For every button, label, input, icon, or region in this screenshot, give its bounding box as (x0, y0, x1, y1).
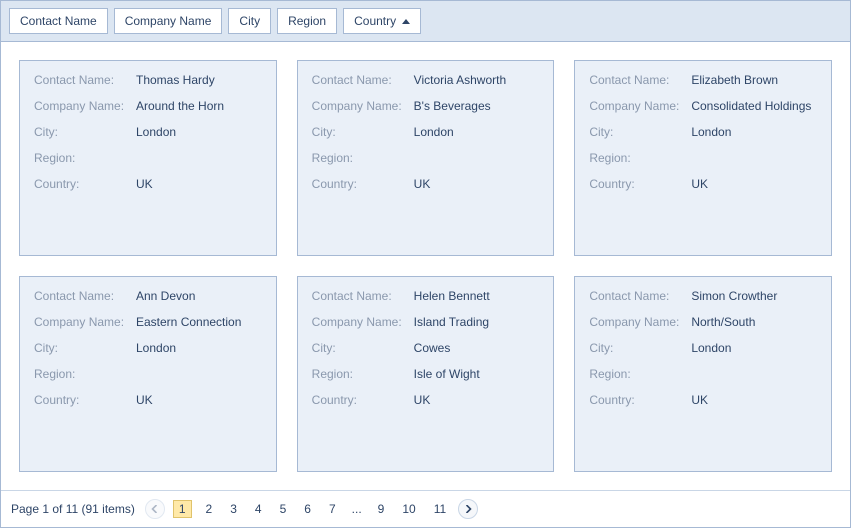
column-header-label: Country (354, 14, 396, 28)
field-label-region: Region: (312, 367, 410, 381)
pager-page-number[interactable]: 9 (374, 500, 389, 518)
column-header-country[interactable]: Country (343, 8, 421, 34)
field-label-company-name: Company Name: (312, 99, 410, 113)
field-label-country: Country: (312, 393, 410, 407)
field-value-contact-name: Simon Crowther (691, 289, 777, 305)
chevron-right-icon (464, 505, 472, 513)
field-value-city: London (691, 125, 731, 141)
pager-page-number[interactable]: 6 (300, 500, 315, 518)
field-value-contact-name: Thomas Hardy (136, 73, 215, 89)
column-header-label: Region (288, 14, 326, 28)
field-value-country: UK (691, 393, 708, 409)
column-header-contact-name[interactable]: Contact Name (9, 8, 108, 34)
contact-card[interactable]: Contact Name: Simon Crowther Company Name… (574, 276, 832, 472)
contact-card[interactable]: Contact Name: Victoria Ashworth Company N… (297, 60, 555, 256)
pager-page-number[interactable]: 7 (325, 500, 340, 518)
field-value-country: UK (136, 393, 153, 409)
field-value-region: Isle of Wight (414, 367, 480, 383)
field-value-company-name: B's Beverages (414, 99, 491, 115)
pager-page-number[interactable]: 11 (430, 500, 450, 518)
field-label-country: Country: (589, 177, 687, 191)
field-label-company-name: Company Name: (312, 315, 410, 329)
pager-bar: Page 1 of 11 (91 items) 1 2 3 4 5 6 7 ..… (1, 490, 850, 527)
pager-page-number[interactable]: 5 (276, 500, 291, 518)
card-grid-container: Contact Name Company Name City Region Co… (0, 0, 851, 528)
field-label-contact-name: Contact Name: (312, 73, 410, 87)
field-value-city: London (136, 341, 176, 357)
contact-card[interactable]: Contact Name: Helen Bennett Company Name:… (297, 276, 555, 472)
field-label-company-name: Company Name: (34, 315, 132, 329)
pager-page-number[interactable]: 3 (226, 500, 241, 518)
field-value-city: Cowes (414, 341, 451, 357)
field-label-country: Country: (34, 177, 132, 191)
field-label-region: Region: (34, 151, 132, 165)
field-value-city: London (414, 125, 454, 141)
field-value-contact-name: Ann Devon (136, 289, 195, 305)
field-label-contact-name: Contact Name: (589, 289, 687, 303)
field-value-country: UK (691, 177, 708, 193)
column-header-label: Company Name (125, 14, 212, 28)
pager-page-number[interactable]: 10 (398, 500, 419, 518)
column-header-city[interactable]: City (228, 8, 271, 34)
cards-area: Contact Name: Thomas Hardy Company Name: A… (1, 42, 850, 490)
field-label-city: City: (34, 341, 132, 355)
field-value-contact-name: Helen Bennett (414, 289, 490, 305)
field-label-contact-name: Contact Name: (589, 73, 687, 87)
field-value-city: London (136, 125, 176, 141)
pager-summary: Page 1 of 11 (91 items) (11, 502, 135, 516)
contact-card[interactable]: Contact Name: Ann Devon Company Name: East… (19, 276, 277, 472)
field-label-region: Region: (34, 367, 132, 381)
pager-page-list: 1 2 3 4 5 6 7 ... 9 10 11 (173, 500, 450, 518)
field-label-company-name: Company Name: (589, 99, 687, 113)
field-label-country: Country: (312, 177, 410, 191)
field-label-country: Country: (589, 393, 687, 407)
field-label-region: Region: (312, 151, 410, 165)
field-value-company-name: Eastern Connection (136, 315, 241, 331)
chevron-left-icon (151, 505, 159, 513)
field-label-contact-name: Contact Name: (312, 289, 410, 303)
field-value-company-name: Around the Horn (136, 99, 224, 115)
column-header-bar: Contact Name Company Name City Region Co… (1, 1, 850, 42)
pager-page-number[interactable]: 1 (173, 500, 192, 518)
field-label-city: City: (312, 341, 410, 355)
column-header-label: City (239, 14, 260, 28)
field-value-contact-name: Elizabeth Brown (691, 73, 778, 89)
field-label-contact-name: Contact Name: (34, 289, 132, 303)
field-label-city: City: (589, 125, 687, 139)
pager-ellipsis[interactable]: ... (350, 500, 364, 518)
field-label-company-name: Company Name: (589, 315, 687, 329)
contact-card[interactable]: Contact Name: Elizabeth Brown Company Nam… (574, 60, 832, 256)
field-value-company-name: Consolidated Holdings (691, 99, 811, 115)
field-label-city: City: (34, 125, 132, 139)
column-header-region[interactable]: Region (277, 8, 337, 34)
field-label-company-name: Company Name: (34, 99, 132, 113)
field-label-contact-name: Contact Name: (34, 73, 132, 87)
field-value-country: UK (136, 177, 153, 193)
column-header-company-name[interactable]: Company Name (114, 8, 223, 34)
pager-prev-button[interactable] (145, 499, 165, 519)
sort-ascending-icon (402, 19, 410, 24)
field-value-company-name: Island Trading (414, 315, 489, 331)
field-label-city: City: (312, 125, 410, 139)
pager-page-number[interactable]: 2 (202, 500, 217, 518)
field-value-contact-name: Victoria Ashworth (414, 73, 507, 89)
field-label-region: Region: (589, 151, 687, 165)
pager-next-button[interactable] (458, 499, 478, 519)
field-value-city: London (691, 341, 731, 357)
field-label-country: Country: (34, 393, 132, 407)
field-value-country: UK (414, 393, 431, 409)
contact-card[interactable]: Contact Name: Thomas Hardy Company Name: A… (19, 60, 277, 256)
field-value-company-name: North/South (691, 315, 755, 331)
field-label-region: Region: (589, 367, 687, 381)
field-value-country: UK (414, 177, 431, 193)
field-label-city: City: (589, 341, 687, 355)
column-header-label: Contact Name (20, 14, 97, 28)
pager-page-number[interactable]: 4 (251, 500, 266, 518)
